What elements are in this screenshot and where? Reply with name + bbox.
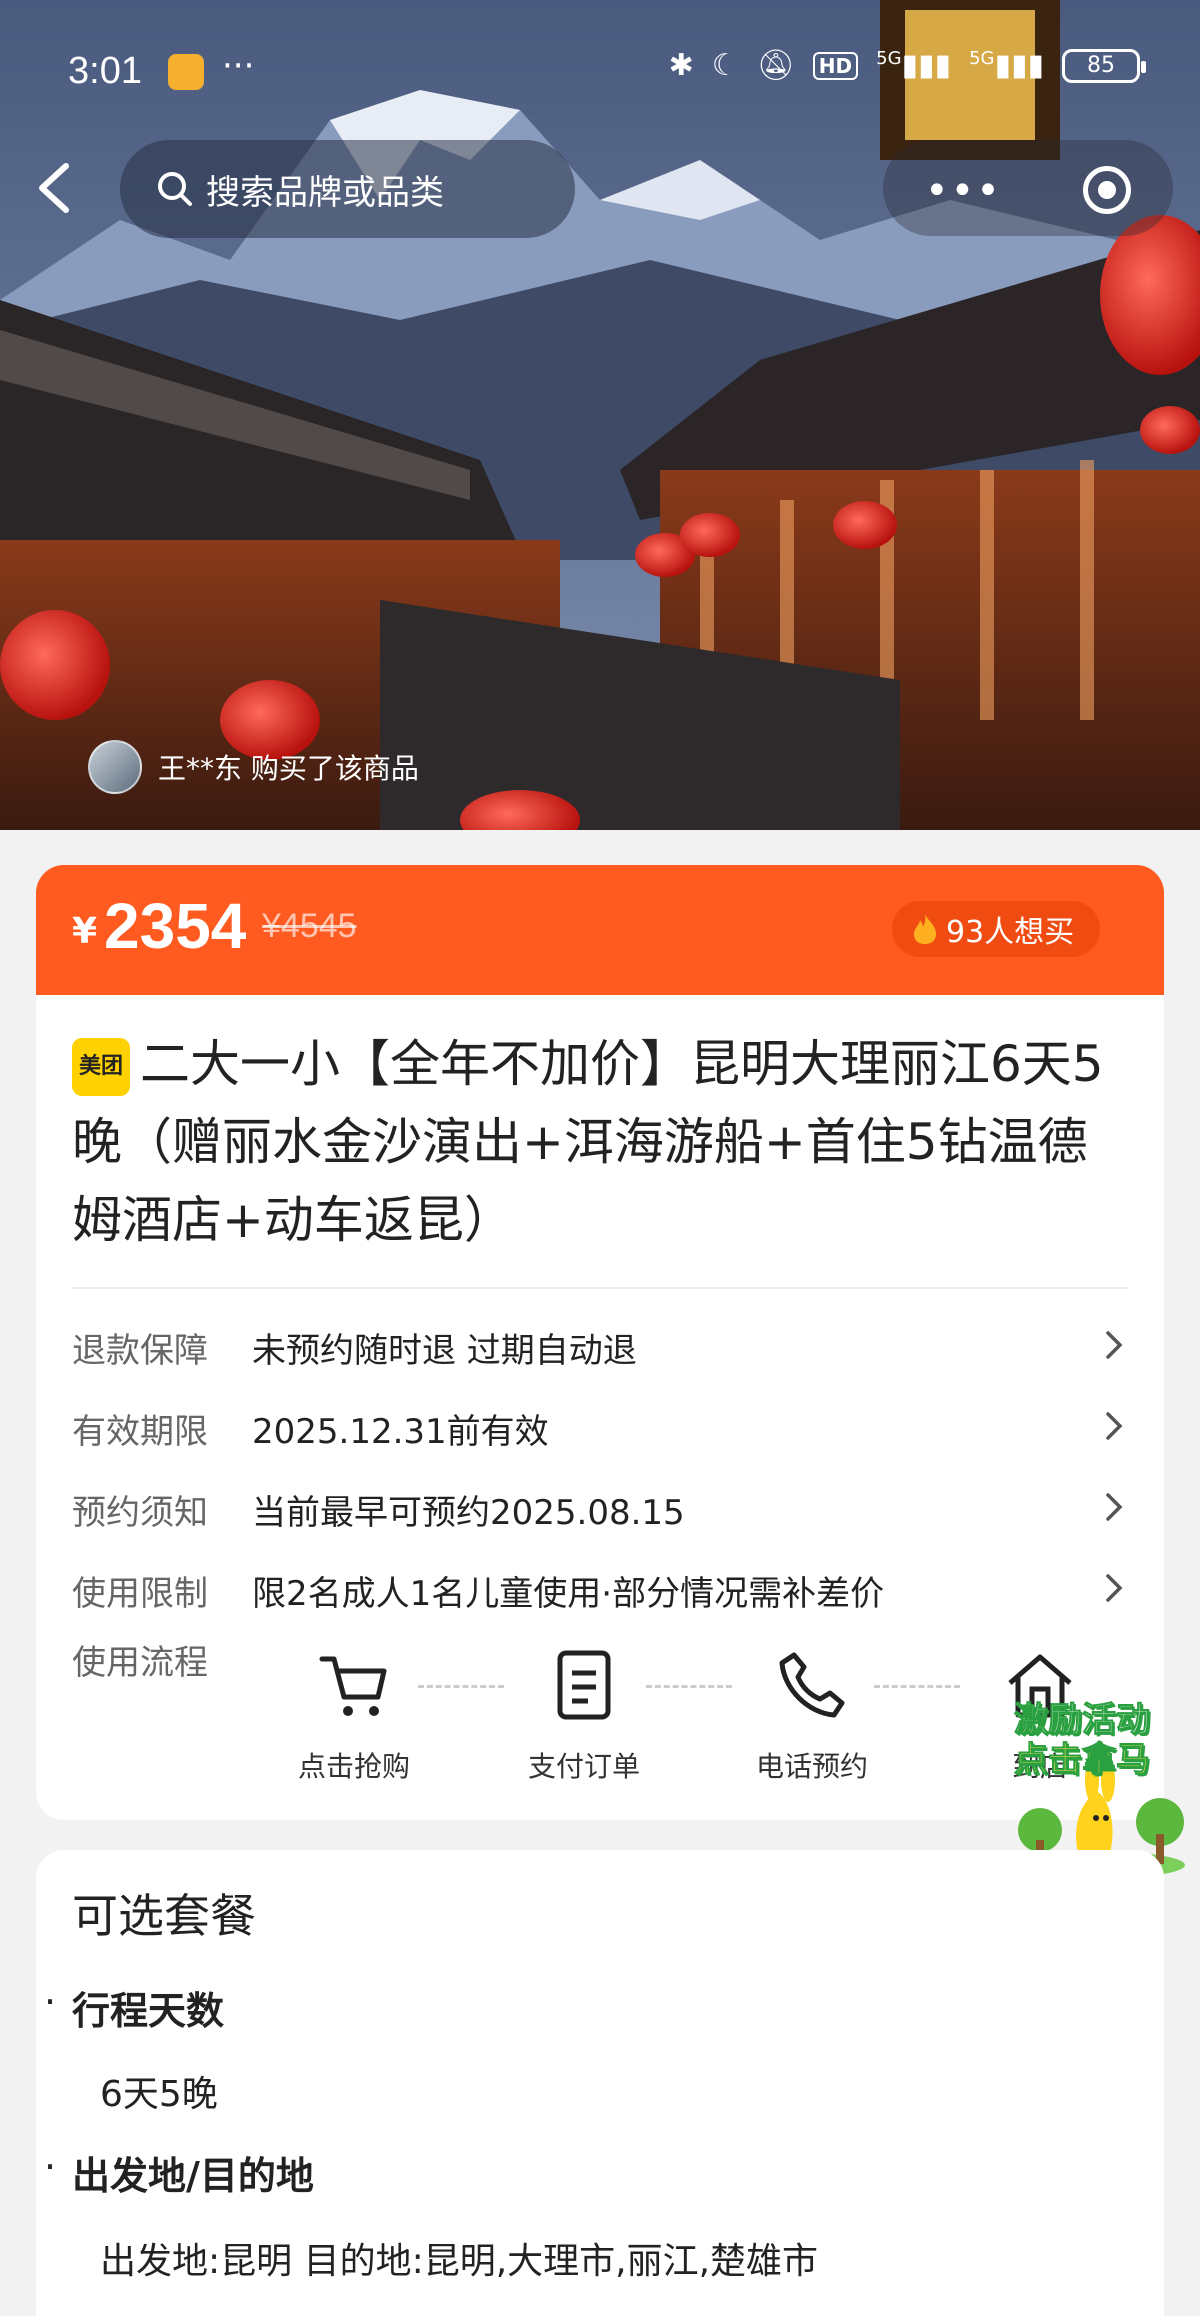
miniprogram-capsule: ••• [883,140,1173,236]
info-row-booking[interactable]: 预约须知 当前最早可预约2025.08.15 [72,1477,1128,1537]
bluetooth-icon: ✱ [668,48,694,83]
hd-badge: HD [812,51,859,80]
flame-icon [914,914,936,944]
option-value-days[interactable]: 6天5晚 [100,2065,218,2117]
flow-step-label: 支付订单 [527,1750,640,1783]
purchase-ticker: 王**东 购买了该商品 [88,740,419,794]
want-count-badge: 93人想买 [892,901,1101,957]
search-placeholder: 搜索品牌或品类 [206,172,444,213]
order-document-icon [557,1650,611,1720]
close-miniprogram-button[interactable] [1083,166,1131,214]
price-bar: ¥ 2354 ¥4545 93人想买 [36,865,1164,995]
info-row-value: 限2名成人1名儿童使用·部分情况需补差价 [252,1574,885,1614]
flow-step-label: 点击抢购 [297,1750,410,1783]
want-count-text: 93人想买 [946,915,1075,950]
product-info-card: 美团 二大一小【全年不加价】昆明大理丽江6天5晚（赠丽水金沙演出+洱海游船+首住5… [36,995,1164,1820]
package-options-card: 可选套餐 行程天数 6天5晚 出发地/目的地 出发地:昆明 目的地:昆明,大理市… [36,1850,1164,2316]
flow-step-phone: 电话预约 [742,1645,882,1785]
purchase-ticker-text: 王**东 购买了该商品 [158,752,419,785]
promo-line-1: 激励活动 [1014,1700,1151,1741]
info-row-key: 使用限制 [72,1574,208,1614]
product-detail-page: 3:01 ··· ✱ ☾ 🔕︎ HD 5G▮▮▮ 5G▮▮▮ 85 搜索品牌或品… [0,0,1200,2316]
battery-icon: 85 [1062,48,1146,83]
info-row-key: 退款保障 [72,1331,208,1371]
product-title: 美团 二大一小【全年不加价】昆明大理丽江6天5晚（赠丽水金沙演出+洱海游船+首住5… [72,1025,1132,1259]
flow-arrow [646,1685,732,1688]
info-row-validity[interactable]: 有效期限 2025.12.31前有效 [72,1396,1128,1456]
promo-line-2: 点击拿马 [1014,1740,1151,1781]
status-time: 3:01 [68,50,142,92]
app-notification-icon [168,54,204,90]
flow-step-label: 电话预约 [755,1750,868,1783]
promo-text: 激励活动 点击拿马 [1014,1700,1151,1781]
info-row-restriction[interactable]: 使用限制 限2名成人1名儿童使用·部分情况需补差价 [72,1558,1128,1618]
search-input[interactable]: 搜索品牌或品类 [120,140,575,238]
option-heading-route: 出发地/目的地 [44,2145,314,2200]
chevron-right-icon [1106,1493,1123,1521]
option-value-route[interactable]: 出发地:昆明 目的地:昆明,大理市,丽江,楚雄市 [100,2232,818,2284]
phone-icon [779,1652,845,1718]
search-icon [158,172,192,206]
original-price: ¥4545 [262,907,357,945]
flow-arrow [874,1685,960,1688]
status-more: ··· [222,46,255,86]
option-heading-days: 行程天数 [44,1980,224,2035]
buyer-avatar [88,740,142,794]
dnd-moon-icon: ☾ [711,48,739,83]
signal-5g-2-icon: 5G▮▮▮ [969,48,1044,83]
info-row-value: 当前最早可预约2025.08.15 [252,1493,685,1533]
chevron-right-icon [1106,1412,1123,1440]
hero-scene [0,0,1200,830]
current-price: 2354 [104,890,247,962]
divider [72,1287,1128,1289]
mute-icon: 🔕︎ [756,48,795,83]
signal-5g-icon: 5G▮▮▮ [876,48,952,83]
flow-step-buy: 点击抢购 [284,1645,424,1785]
flow-arrow [418,1685,504,1688]
info-row-value: 2025.12.31前有效 [252,1412,549,1452]
hero-image[interactable] [0,0,1200,830]
status-bar: 3:01 ··· ✱ ☾ 🔕︎ HD 5G▮▮▮ 5G▮▮▮ 85 [0,40,1200,104]
chevron-left-icon [39,163,69,213]
info-row-refund[interactable]: 退款保障 未预约随时退 过期自动退 [72,1315,1128,1375]
cart-icon [319,1656,387,1716]
more-menu-button[interactable]: ••• [925,168,1002,214]
info-row-value: 未预约随时退 过期自动退 [252,1331,637,1371]
status-icons: ✱ ☾ 🔕︎ HD 5G▮▮▮ 5G▮▮▮ 85 [668,48,1146,83]
meituan-badge: 美团 [72,1038,130,1096]
usage-flow-label: 使用流程 [72,1643,208,1683]
info-row-key: 预约须知 [72,1493,208,1533]
product-title-text: 二大一小【全年不加价】昆明大理丽江6天5晚（赠丽水金沙演出+洱海游船+首住5钻温… [72,1035,1104,1249]
options-title: 可选套餐 [72,1889,256,1943]
chevron-right-icon [1106,1331,1123,1359]
flow-step-pay: 支付订单 [514,1645,654,1785]
info-row-key: 有效期限 [72,1412,208,1452]
currency-symbol: ¥ [72,911,98,952]
back-button[interactable] [30,160,80,216]
chevron-right-icon [1106,1574,1123,1602]
